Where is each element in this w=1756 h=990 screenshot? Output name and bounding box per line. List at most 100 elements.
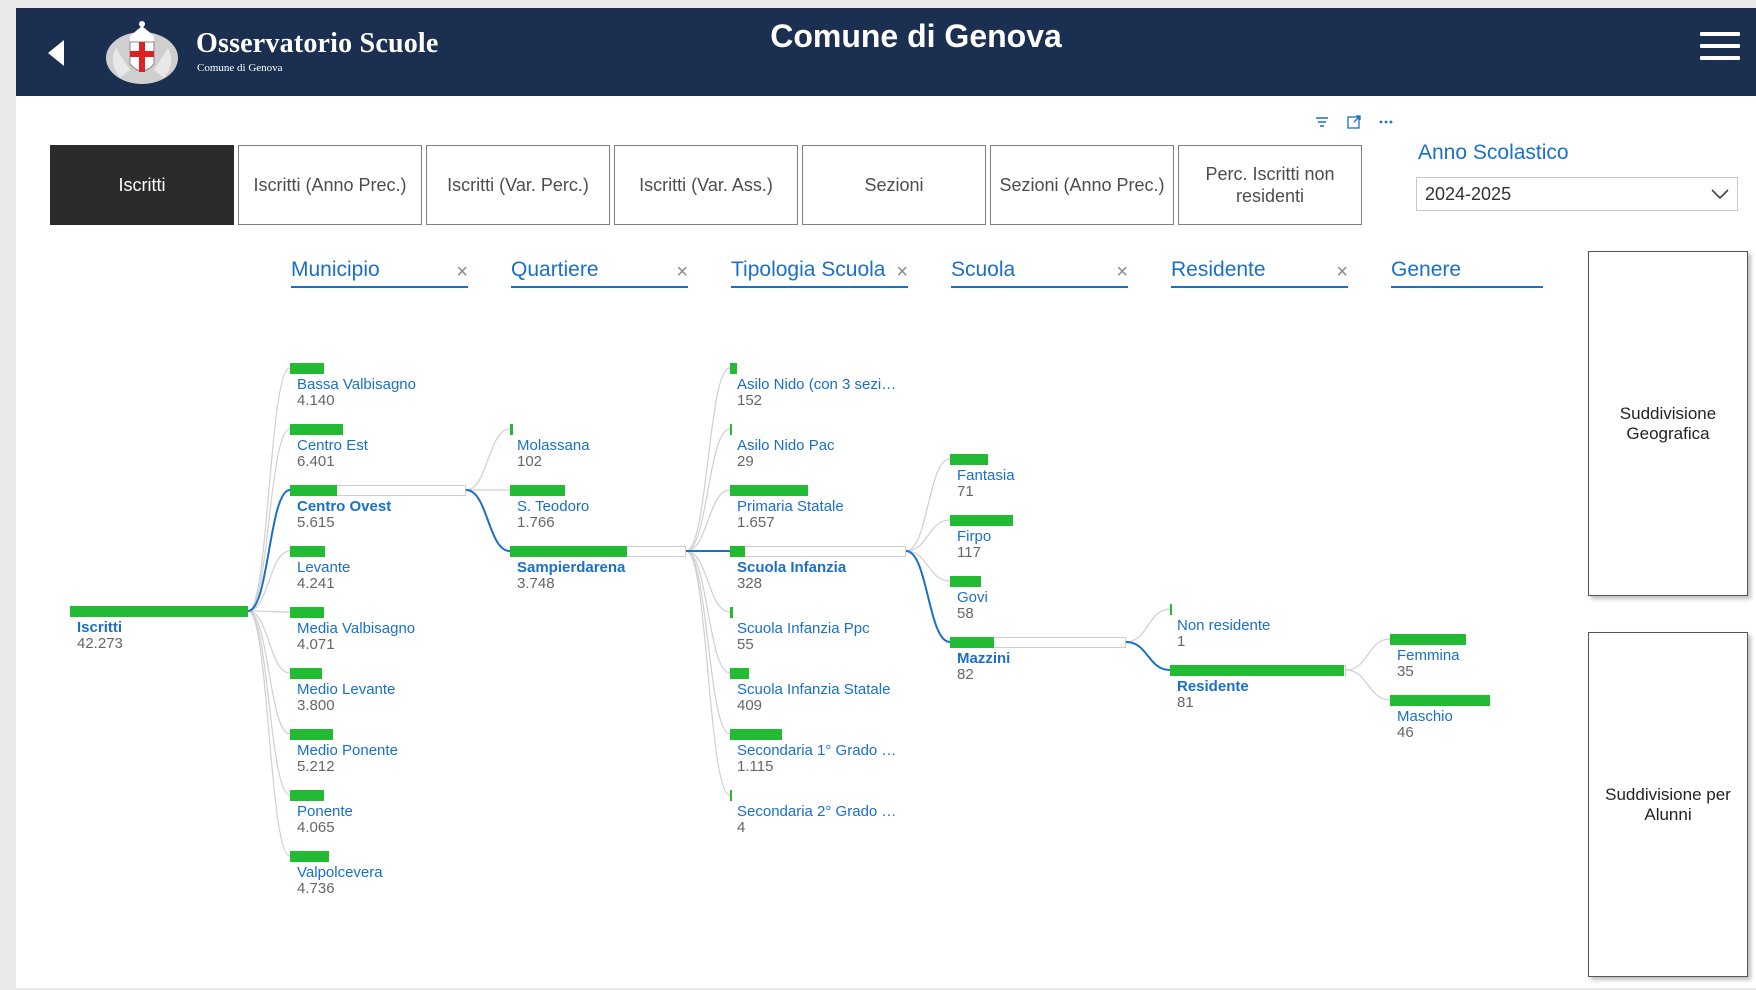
tree-link [685, 550, 731, 796]
node-bar [950, 576, 981, 587]
node-label: Asilo Nido (con 3 sezi… [737, 376, 897, 393]
node-label: Mazzini [957, 650, 1011, 667]
node-label: Levante [297, 559, 351, 576]
node-bar [290, 607, 324, 618]
node-label: Govi [957, 589, 988, 606]
node-value: 152 [737, 392, 763, 409]
node-bar [290, 485, 337, 496]
tree-link [247, 610, 291, 735]
node-bar [510, 424, 513, 435]
node-bar [290, 851, 329, 862]
node-label: Centro Ovest [297, 498, 392, 515]
node-value: 4.071 [297, 636, 335, 653]
node-label: S. Teodoro [517, 498, 590, 515]
node-value: 6.401 [297, 453, 335, 470]
tree-link [247, 610, 291, 613]
node-bar [730, 790, 732, 801]
active-tree-link [247, 489, 291, 612]
tree-link [685, 550, 731, 735]
node-bar [1390, 695, 1490, 706]
geographic-breakdown-button[interactable]: Suddivisione Geografica [1588, 251, 1748, 596]
node-label: Secondaria 1° Grado … [737, 742, 897, 759]
node-bar [730, 729, 782, 740]
node-value: 102 [517, 453, 543, 470]
node-bar [730, 546, 745, 557]
active-tree-link [465, 489, 511, 552]
node-label: Bassa Valbisagno [297, 376, 416, 393]
node-value: 5.615 [297, 514, 335, 531]
node-value: 4 [737, 819, 746, 836]
node-label: Fantasia [957, 467, 1015, 484]
tree-link [1345, 638, 1391, 671]
node-label: Residente [1177, 678, 1249, 695]
node-track [730, 546, 906, 557]
node-value: 1 [1177, 633, 1186, 650]
node-label: Iscritti [77, 619, 123, 636]
node-value: 5.212 [297, 758, 335, 775]
node-value: 29 [737, 453, 754, 470]
tree-link [247, 610, 291, 796]
node-value: 1.766 [517, 514, 555, 531]
tree-link [685, 550, 731, 674]
node-bar [1170, 665, 1344, 676]
node-bar [1170, 604, 1172, 615]
node-label: Scuola Infanzia Statale [737, 681, 891, 698]
tree-link [247, 610, 291, 857]
node-label: Media Valbisagno [297, 620, 416, 637]
node-value: 328 [737, 575, 763, 592]
node-label: Medio Ponente [297, 742, 398, 759]
window-frame: Osservatorio Scuole Comune di Genova Com… [0, 0, 1756, 990]
tree-connectors [247, 367, 1391, 857]
node-label: Non residente [1177, 617, 1271, 634]
node-value: 409 [737, 697, 763, 714]
tree-link [1125, 608, 1171, 643]
node-label: Femmina [1397, 647, 1460, 664]
node-label: Asilo Nido Pac [737, 437, 835, 454]
node-label: Maschio [1397, 708, 1453, 725]
node-bar [290, 729, 333, 740]
tree-link [247, 367, 291, 612]
node-bar [290, 424, 343, 435]
tree-link [465, 428, 511, 491]
node-bar [510, 546, 627, 557]
tree-link [247, 428, 291, 612]
node-label: Firpo [957, 528, 992, 545]
node-value: 35 [1397, 663, 1414, 680]
tree-link [685, 428, 731, 552]
students-breakdown-button[interactable]: Suddivisione per Alunni [1588, 632, 1748, 977]
active-tree-link [905, 550, 951, 643]
node-value: 4.736 [297, 880, 335, 897]
node-label: Sampierdarena [517, 559, 626, 576]
node-value: 1.115 [737, 758, 774, 775]
node-label: Primaria Statale [737, 498, 844, 515]
node-bar [290, 363, 324, 374]
node-value: 46 [1397, 724, 1414, 741]
node-value: 4.065 [297, 819, 335, 836]
node-value: 81 [1177, 694, 1194, 711]
tree-link [1345, 669, 1391, 701]
node-label: Secondaria 2° Grado … [737, 803, 897, 820]
node-bar [950, 515, 1013, 526]
node-value: 4.241 [297, 575, 335, 592]
node-bar [70, 606, 248, 617]
tree-link [685, 489, 731, 552]
node-bar [290, 546, 325, 557]
node-label: Molassana [517, 437, 590, 454]
node-value: 4.140 [297, 392, 335, 409]
node-value: 58 [957, 605, 974, 622]
node-bar [950, 454, 988, 465]
node-value: 117 [957, 544, 981, 561]
node-label: Medio Levante [297, 681, 396, 698]
report-canvas: Osservatorio Scuole Comune di Genova Com… [16, 8, 1756, 988]
node-bar [730, 485, 808, 496]
node-bar [290, 790, 324, 801]
node-bar [730, 607, 733, 618]
tree-link [905, 519, 951, 552]
node-bar [730, 363, 737, 374]
node-label: Valpolcevera [297, 864, 383, 881]
node-bar [730, 424, 732, 435]
node-value: 82 [957, 666, 974, 683]
node-value: 71 [957, 483, 974, 500]
node-label: Scuola Infanzia Ppc [737, 620, 870, 637]
node-value: 55 [737, 636, 754, 653]
